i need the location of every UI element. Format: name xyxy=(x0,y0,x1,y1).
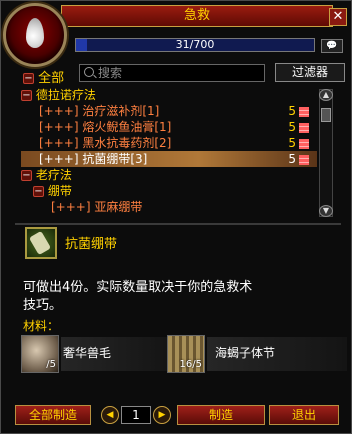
scroll-up-button[interactable]: ▲ xyxy=(319,89,333,101)
profession-portrait-icon xyxy=(3,3,67,67)
description-line-2: 技巧。 xyxy=(23,298,63,313)
skill-progress-text: 31/700 xyxy=(175,38,215,51)
bandage-icon[interactable] xyxy=(25,227,57,259)
rank-arrows-icon xyxy=(299,106,309,117)
carapace-icon: 16/5 xyxy=(167,335,205,373)
reagent-name: 奢华兽毛 xyxy=(63,346,112,360)
increment-button[interactable]: ▶ xyxy=(153,406,171,424)
row-label: 德拉诺疗法 xyxy=(35,88,96,102)
reagent-name: 海蝎子体节 xyxy=(215,346,276,360)
window-title: 急救 xyxy=(61,5,333,27)
row-label: [+++] 治疗滋补剂[1] xyxy=(39,104,160,118)
divider xyxy=(15,223,341,225)
recipe-name: 抗菌绷带 xyxy=(65,237,118,252)
reagent-count: 16/5 xyxy=(179,359,202,370)
decrement-button[interactable]: ◀ xyxy=(101,406,119,424)
all-label: 全部 xyxy=(38,71,65,86)
quantity-input[interactable]: 1 xyxy=(121,406,151,424)
recipe-row[interactable]: [+++] 熔火鲵鱼油膏[1] 5 xyxy=(21,119,317,135)
description-line-1: 可做出4份。实际数量取决于你的急救术 xyxy=(23,280,253,295)
recipe-list: − 德拉诺疗法 [+++] 治疗滋补剂[1] 5 [+++] 熔火鲵鱼油膏[1] 5 [+… xyxy=(21,87,317,219)
recipe-description: 可做出4份。实际数量取决于你的急救术 技巧。 xyxy=(23,279,323,315)
scroll-thumb[interactable] xyxy=(321,108,331,122)
minus-icon: − xyxy=(23,73,34,84)
blood-drop-icon xyxy=(26,18,44,48)
search-icon xyxy=(84,67,94,77)
skillup-number: 5 xyxy=(288,104,296,118)
collapse-all-toggle[interactable]: − 全部 xyxy=(23,67,64,86)
skillup-count: 5 xyxy=(288,151,309,167)
skillup-count: 5 xyxy=(288,119,309,135)
minus-icon[interactable]: − xyxy=(33,186,44,197)
fur-icon: /5 xyxy=(21,335,59,373)
row-label: 老疗法 xyxy=(35,168,72,182)
filter-button[interactable]: 过滤器 xyxy=(275,63,345,82)
category-row[interactable]: − 老疗法 xyxy=(21,167,317,183)
minus-icon[interactable]: − xyxy=(21,170,32,181)
category-row[interactable]: − 绷带 xyxy=(21,183,317,199)
create-all-button[interactable]: 全部制造 xyxy=(15,405,91,425)
speech-bubble-icon[interactable]: 💬 xyxy=(321,39,343,53)
reagent-count: /5 xyxy=(46,359,56,370)
row-label: [+++] 黑水抗毒药剂[2] xyxy=(39,136,172,150)
recipe-row[interactable]: [+++] 治疗滋补剂[1] 5 xyxy=(21,103,317,119)
materials-label: 材料： xyxy=(23,319,60,333)
rank-arrows-icon xyxy=(299,122,309,133)
rank-arrows-icon xyxy=(299,154,309,165)
recipe-row[interactable]: [+++] 亚麻绷带 xyxy=(21,199,317,215)
search-placeholder: 搜索 xyxy=(98,66,123,80)
row-label: 绷带 xyxy=(47,184,72,198)
row-label: [+++] 抗菌绷带[3] xyxy=(39,152,148,166)
tradeskill-window: 急救 ✕ 31/700 💬 − 全部 搜索 过滤器 − 德拉诺疗法 [+++] 治… xyxy=(0,0,352,434)
search-input[interactable]: 搜索 xyxy=(79,64,265,82)
skill-progress-bar: 31/700 xyxy=(75,38,315,52)
skillup-count: 5 xyxy=(288,103,309,119)
create-button[interactable]: 制造 xyxy=(177,405,265,425)
skillup-number: 5 xyxy=(288,152,296,166)
recipe-row[interactable]: [+++] 抗菌绷带[3] 5 xyxy=(21,151,317,167)
recipe-row[interactable]: [+++] 黑水抗毒药剂[2] 5 xyxy=(21,135,317,151)
skillup-number: 5 xyxy=(288,136,296,150)
row-label: [+++] 熔火鲵鱼油膏[1] xyxy=(39,120,172,134)
row-label: [+++] 亚麻绷带 xyxy=(51,200,143,214)
skillup-count: 5 xyxy=(288,135,309,151)
skillup-number: 5 xyxy=(288,120,296,134)
rank-arrows-icon xyxy=(299,138,309,149)
scroll-down-button[interactable]: ▼ xyxy=(319,205,333,217)
category-row[interactable]: − 德拉诺疗法 xyxy=(21,87,317,103)
close-button[interactable]: ✕ xyxy=(329,8,347,26)
minus-icon[interactable]: − xyxy=(21,90,32,101)
exit-button[interactable]: 退出 xyxy=(269,405,339,425)
